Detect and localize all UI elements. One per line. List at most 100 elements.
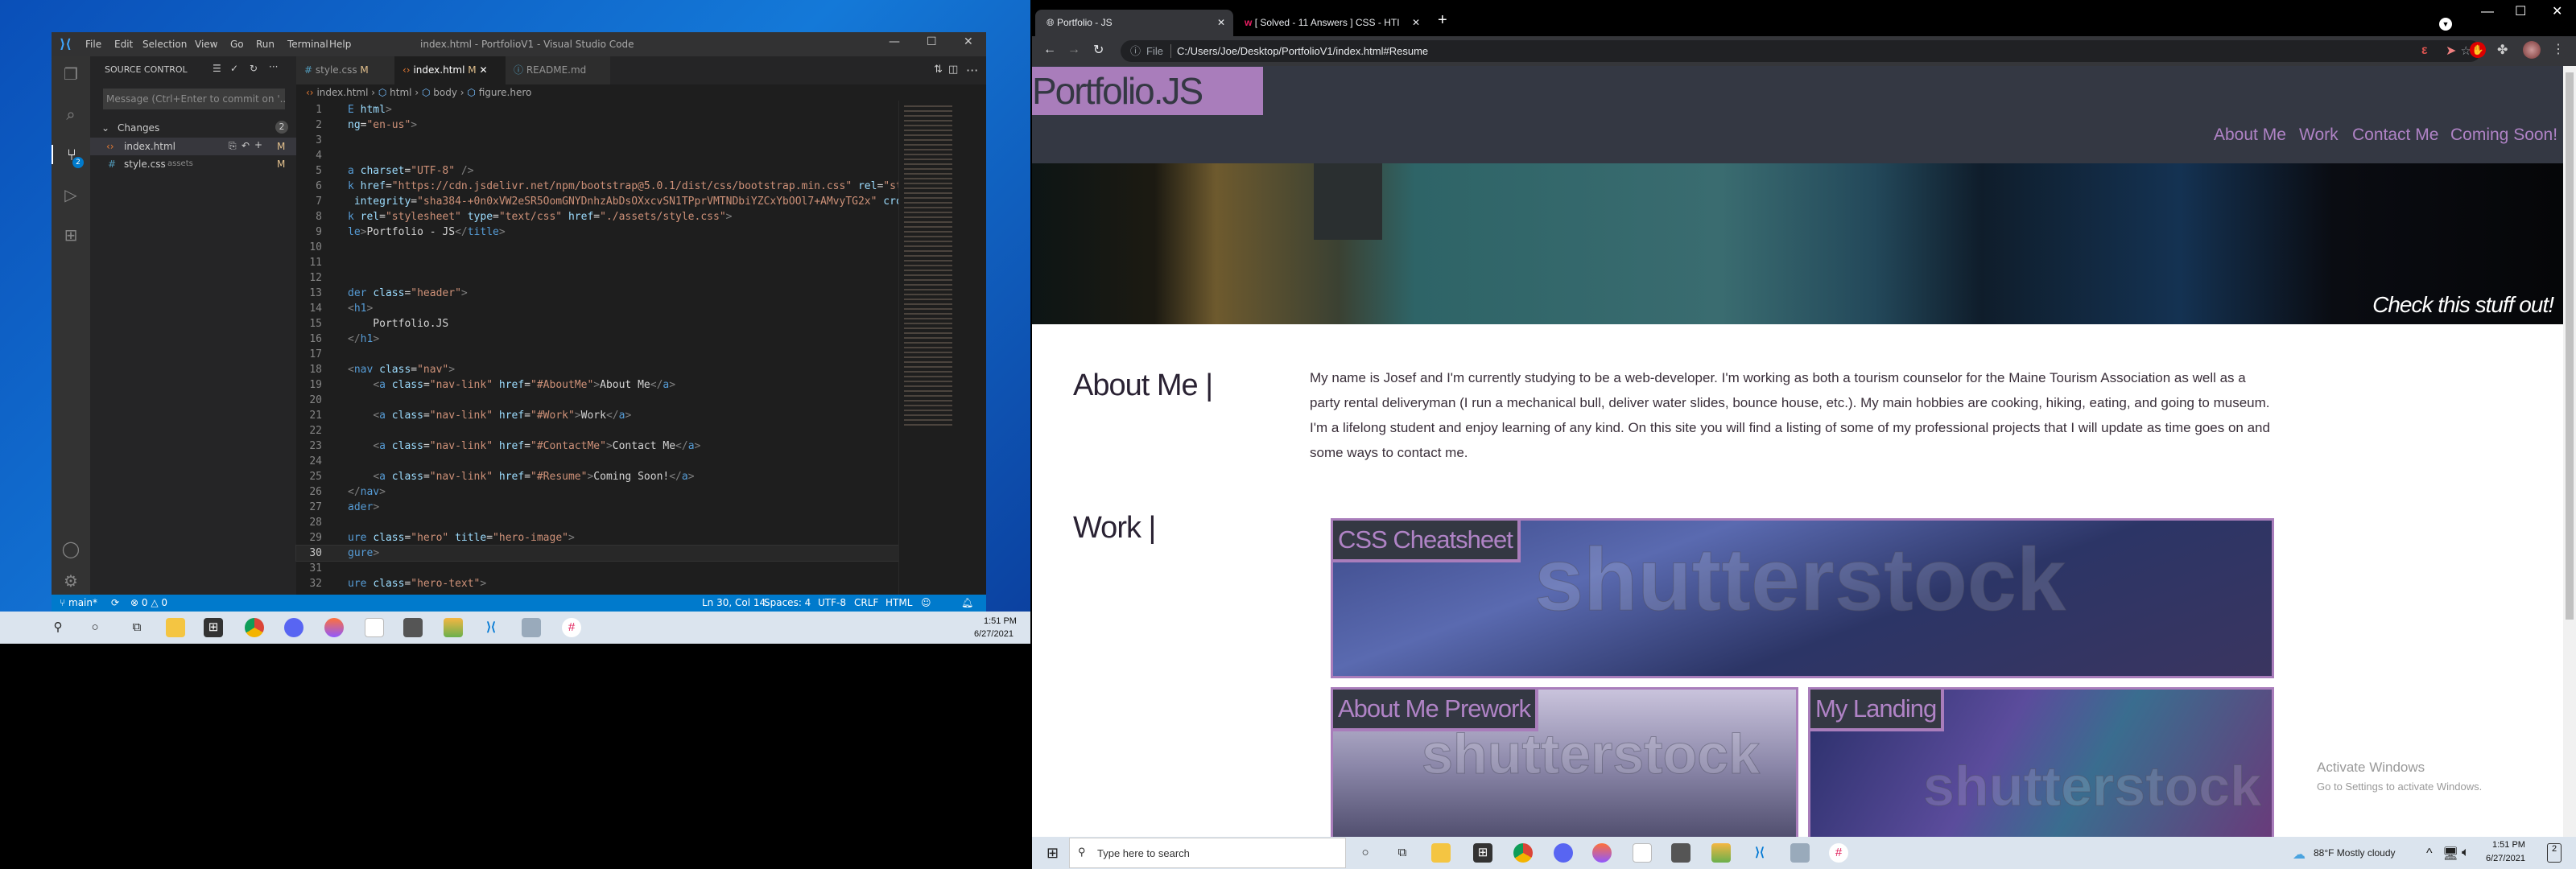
address-bar[interactable]: ⓘ File C:/Users/Joe/Desktop/PortfolioV1/… bbox=[1121, 40, 2481, 62]
sketch-icon[interactable] bbox=[444, 618, 463, 637]
minimize-icon[interactable]: — bbox=[889, 35, 900, 48]
file-icon[interactable] bbox=[365, 618, 384, 637]
search-icon[interactable]: ⚲ bbox=[48, 618, 68, 637]
code-line[interactable]: 11 bbox=[296, 255, 898, 270]
code-line[interactable]: 27 ader> bbox=[296, 500, 898, 515]
clock-time[interactable]: 1:51 PM bbox=[2492, 840, 2525, 850]
minimize-icon[interactable]: — bbox=[2481, 5, 2494, 19]
tab-portfolio[interactable]: 🌐︎ Portfolio - JS ✕ bbox=[1035, 10, 1233, 36]
calculator-icon[interactable] bbox=[1671, 843, 1690, 863]
task-view-icon[interactable]: ⧉ bbox=[127, 618, 147, 637]
source-control-icon[interactable]: ⑂ bbox=[52, 145, 90, 164]
language-mode[interactable]: HTML bbox=[886, 595, 912, 612]
code-line[interactable]: 26 </nav> bbox=[296, 484, 898, 500]
project-card-about-me-prework[interactable]: shutterstock About Me Prework bbox=[1331, 687, 1798, 837]
sync-icon[interactable]: ⟳ bbox=[111, 595, 119, 612]
reload-icon[interactable]: ↻ bbox=[1093, 42, 1104, 58]
refresh-icon[interactable]: ↻ bbox=[250, 63, 258, 74]
tab-search-icon[interactable]: ▼ bbox=[2439, 18, 2452, 31]
file-icon[interactable] bbox=[1633, 843, 1652, 863]
clock-date[interactable]: 6/27/2021 bbox=[974, 629, 1013, 639]
code-line[interactable]: 31 bbox=[296, 561, 898, 576]
start-windows-icon[interactable]: ⊞ bbox=[1046, 845, 1059, 862]
menu-help[interactable]: Help bbox=[329, 39, 351, 50]
project-card-my-landing[interactable]: shutterstock My Landing bbox=[1808, 687, 2274, 837]
chrome-menu-icon[interactable]: ⋮ bbox=[2552, 41, 2565, 57]
firefox-icon[interactable] bbox=[1592, 843, 1612, 863]
menu-run[interactable]: Run bbox=[256, 39, 275, 50]
code-line[interactable]: 10 bbox=[296, 240, 898, 255]
code-line[interactable]: 16 </h1> bbox=[296, 332, 898, 347]
branch-indicator[interactable]: ⑂ main* bbox=[60, 595, 97, 612]
file-explorer-icon[interactable] bbox=[166, 618, 185, 637]
code-line[interactable]: 23 <a class="nav-link" href="#ContactMe"… bbox=[296, 439, 898, 454]
code-line[interactable]: 14 <h1> bbox=[296, 301, 898, 316]
code-line[interactable]: 1 E html> bbox=[296, 102, 898, 117]
nav-about-me[interactable]: About Me bbox=[2214, 126, 2286, 145]
project-title[interactable]: My Landing bbox=[1810, 690, 1945, 731]
code-line[interactable]: 22 bbox=[296, 423, 898, 439]
commit-message-input[interactable]: Message (Ctrl+Enter to commit on '... bbox=[103, 89, 285, 109]
code-line[interactable]: 6 k href="https://cdn.jsdelivr.net/npm/bo… bbox=[296, 179, 902, 194]
network-icon[interactable]: 🖥︎ bbox=[2442, 846, 2458, 862]
project-card-css-cheatsheet[interactable]: shutterstock CSS Cheatsheet bbox=[1331, 518, 2274, 678]
code-line[interactable]: 13 der class="header"> bbox=[296, 286, 898, 301]
code-line[interactable]: 7 integrity="sha384-+0n0xVW2eSR5OomGNYDn… bbox=[296, 194, 908, 209]
volume-icon[interactable]: 🔈︎ bbox=[2462, 846, 2470, 860]
file-explorer-icon[interactable] bbox=[1431, 843, 1451, 863]
extension-adblock-icon[interactable]: ✋ bbox=[2470, 42, 2486, 58]
calculator-icon[interactable] bbox=[403, 618, 423, 637]
maximize-icon[interactable]: ☐ bbox=[2515, 3, 2526, 19]
menu-go[interactable]: Go bbox=[230, 39, 244, 50]
store-icon[interactable]: ⊞ bbox=[1473, 843, 1492, 863]
feedback-icon[interactable]: ☺ bbox=[921, 595, 931, 612]
more-actions-icon[interactable]: ··· bbox=[269, 61, 278, 72]
minimap[interactable] bbox=[898, 101, 976, 595]
menu-terminal[interactable]: Terminal bbox=[287, 39, 328, 50]
extension-expressvpn-icon[interactable]: ε bbox=[2421, 43, 2428, 58]
code-line[interactable]: 3 bbox=[296, 133, 898, 148]
code-line[interactable]: 17 bbox=[296, 347, 898, 362]
chrome-icon[interactable] bbox=[245, 618, 264, 637]
new-tab-button[interactable]: + bbox=[1438, 11, 1447, 30]
extensions-icon[interactable]: ⊞ bbox=[61, 225, 80, 245]
code-line[interactable]: 9 le>Portfolio - JS</title> bbox=[296, 224, 898, 240]
code-line[interactable]: 20 bbox=[296, 393, 898, 408]
project-title[interactable]: About Me Prework bbox=[1333, 690, 1538, 731]
tab-solved[interactable]: w [ Solved - 11 Answers ] CSS - HTI ✕ bbox=[1240, 10, 1425, 36]
extension-arrow-icon[interactable]: ➤ bbox=[2446, 43, 2456, 59]
page-scrollbar[interactable] bbox=[2563, 66, 2576, 837]
tab-close-icon[interactable]: ✕ bbox=[1217, 10, 1225, 36]
weather-text[interactable]: 88°F Mostly cloudy bbox=[2314, 847, 2396, 859]
commit-check-icon[interactable]: ✓ bbox=[230, 63, 238, 74]
vscode-icon[interactable]: ⟩⟨ bbox=[481, 618, 501, 637]
nav-work[interactable]: Work bbox=[2299, 126, 2339, 145]
clock-time[interactable]: 1:51 PM bbox=[984, 616, 1017, 626]
cortana-icon[interactable]: ○ bbox=[85, 618, 105, 637]
nav-coming-soon[interactable]: Coming Soon! bbox=[2450, 126, 2557, 145]
clock-date[interactable]: 6/27/2021 bbox=[2486, 854, 2525, 863]
open-file-icon[interactable]: ⎘ bbox=[229, 140, 237, 152]
tab-close-icon[interactable]: ✕ bbox=[1408, 10, 1420, 36]
code-line[interactable]: 2 ng="en-us"> bbox=[296, 117, 898, 133]
code-line[interactable]: 8k rel="stylesheet" type="text/css" href… bbox=[296, 209, 898, 224]
notepad-icon[interactable] bbox=[522, 618, 541, 637]
slack-icon[interactable]: # bbox=[562, 618, 581, 637]
nav-contact-me[interactable]: Contact Me bbox=[2352, 126, 2438, 145]
forward-icon[interactable]: → bbox=[1067, 43, 1080, 57]
problems-indicator[interactable]: ⊗ 0 △ 0 bbox=[130, 595, 167, 612]
code-line[interactable]: 4 bbox=[296, 148, 898, 163]
url-text[interactable]: C:/Users/Joe/Desktop/PortfolioV1/index.h… bbox=[1177, 40, 1428, 62]
close-icon[interactable]: ✕ bbox=[964, 35, 973, 48]
weather-icon[interactable]: ☁ bbox=[2293, 846, 2306, 863]
slack-icon[interactable]: # bbox=[1829, 843, 1848, 863]
tab-readme[interactable]: ⓘ README.md bbox=[506, 56, 610, 84]
code-line[interactable]: 24 bbox=[296, 454, 898, 469]
changed-file-index[interactable]: ‹› index.html ⎘ ↶ + M bbox=[90, 138, 296, 155]
discord-icon[interactable] bbox=[1554, 843, 1573, 863]
extensions-puzzle-icon[interactable]: ✤ bbox=[2497, 42, 2508, 58]
menu-selection[interactable]: Selection bbox=[142, 39, 187, 50]
split-editor-icon[interactable]: ◫ bbox=[948, 64, 958, 76]
tab-style-css[interactable]: # style.css M bbox=[296, 56, 394, 84]
notification-center-icon[interactable]: 2 bbox=[2547, 843, 2562, 863]
